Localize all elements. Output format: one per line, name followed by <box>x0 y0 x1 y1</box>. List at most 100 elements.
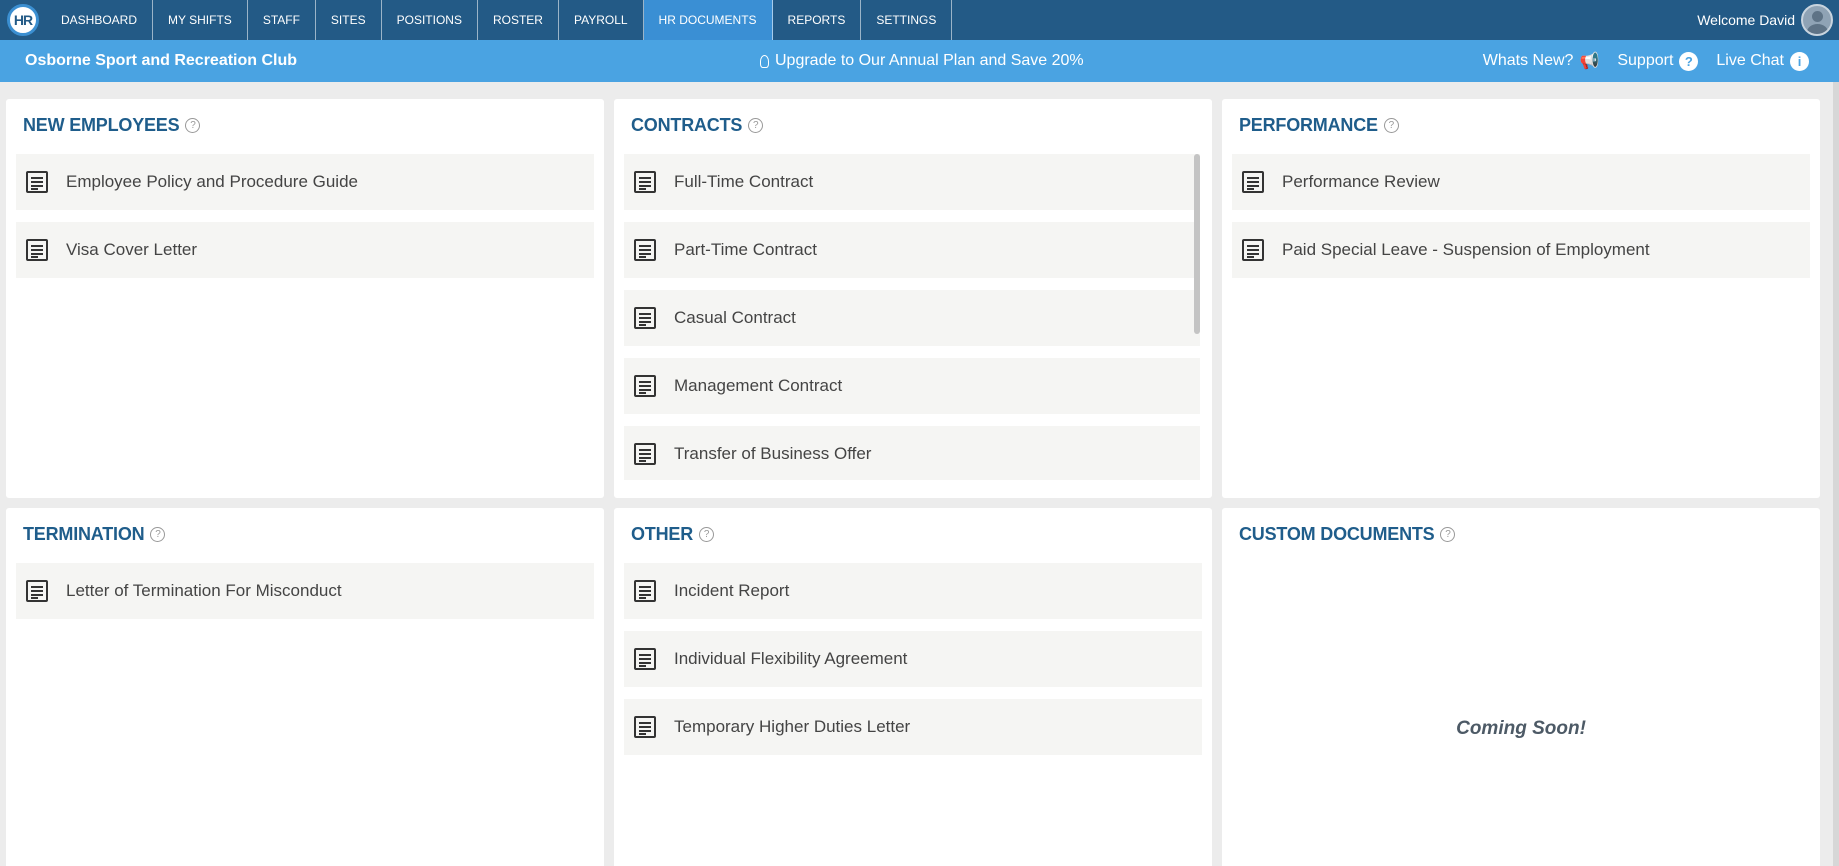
contracts-scrollbar[interactable] <box>1194 154 1200 334</box>
document-icon <box>634 171 656 193</box>
document-item[interactable]: Performance Review <box>1232 154 1810 210</box>
document-icon <box>634 239 656 261</box>
document-icon <box>1242 171 1264 193</box>
promo-text: Upgrade to Our Annual Plan and Save 20% <box>775 52 1084 69</box>
nav-tab-my-shifts[interactable]: MY SHIFTS <box>153 0 248 40</box>
other-card: OTHER ? Incident Report Individual Flexib… <box>614 508 1212 866</box>
help-icon[interactable]: ? <box>699 527 715 542</box>
termination-card: TERMINATION ? Letter of Termination For … <box>6 508 604 866</box>
document-icon <box>1242 239 1264 261</box>
megaphone-icon: 📢 <box>1579 53 1600 70</box>
top-navigation: HR DASHBOARD MY SHIFTS STAFF SITES POSITIONS… <box>0 0 1839 40</box>
upgrade-promo-link[interactable]: Upgrade to Our Annual Plan and Save 20% <box>760 52 1084 70</box>
section-title: CONTRACTS <box>631 115 743 135</box>
contracts-title: CONTRACTS ? <box>631 115 764 136</box>
support-link[interactable]: Support ? <box>1617 51 1699 71</box>
document-item[interactable]: Paid Special Leave - Suspension of Emplo… <box>1232 222 1810 278</box>
live-chat-label: Live Chat <box>1716 52 1784 69</box>
document-icon <box>26 580 48 602</box>
whats-new-label: Whats New? <box>1482 52 1574 69</box>
document-label: Paid Special Leave - Suspension of Emplo… <box>1282 240 1650 259</box>
document-label: Incident Report <box>674 581 790 600</box>
sub-header: Osborne Sport and Recreation Club Upgrad… <box>0 40 1839 82</box>
document-label: Employee Policy and Procedure Guide <box>66 172 358 191</box>
document-item[interactable]: Part-Time Contract <box>624 222 1200 278</box>
document-list: Incident Report Individual Flexibility Ag… <box>624 563 1202 767</box>
new-employees-title: NEW EMPLOYEES ? <box>23 115 201 136</box>
document-item[interactable]: Casual Contract <box>624 290 1200 346</box>
section-title: TERMINATION <box>23 524 145 544</box>
nav-tab-payroll[interactable]: PAYROLL <box>559 0 644 40</box>
nav-tabs: DASHBOARD MY SHIFTS STAFF SITES POSITIONS ROS… <box>46 0 953 40</box>
support-label: Support <box>1617 52 1674 69</box>
document-icon <box>634 648 656 670</box>
document-icon <box>26 239 48 261</box>
nav-tab-roster[interactable]: ROSTER <box>478 0 559 40</box>
nav-tab-dashboard[interactable]: DASHBOARD <box>46 0 154 40</box>
section-title: PERFORMANCE <box>1239 115 1378 135</box>
document-item[interactable]: Management Contract <box>624 358 1200 414</box>
nav-tab-positions[interactable]: POSITIONS <box>382 0 478 40</box>
avatar[interactable] <box>1801 4 1833 36</box>
help-icon[interactable]: ? <box>185 118 201 133</box>
organization-name: Osborne Sport and Recreation Club <box>25 52 298 69</box>
document-label: Temporary Higher Duties Letter <box>674 717 911 736</box>
document-label: Performance Review <box>1282 172 1440 191</box>
user-menu[interactable]: Welcome David <box>1697 0 1839 40</box>
help-icon[interactable]: ? <box>1383 118 1399 133</box>
help-icon[interactable]: ? <box>748 118 764 133</box>
help-icon[interactable]: ? <box>150 527 166 542</box>
document-item[interactable]: Letter of Termination For Misconduct <box>16 563 594 619</box>
welcome-text: Welcome David <box>1697 12 1795 28</box>
section-title: CUSTOM DOCUMENTS <box>1239 524 1435 544</box>
document-item[interactable]: Temporary Higher Duties Letter <box>624 699 1202 755</box>
document-list: Performance Review Paid Special Leave - S… <box>1232 154 1810 290</box>
lightbulb-icon <box>760 54 769 68</box>
document-item[interactable]: Full-Time Contract <box>624 154 1200 210</box>
document-list: Letter of Termination For Misconduct <box>16 563 594 631</box>
custom-documents-card: CUSTOM DOCUMENTS ? Coming Soon! <box>1222 508 1820 866</box>
nav-tab-hr-documents[interactable]: HR DOCUMENTS <box>643 0 773 40</box>
document-icon <box>634 307 656 329</box>
document-item[interactable]: Individual Flexibility Agreement <box>624 631 1202 687</box>
scrollbar-thumb[interactable] <box>1194 154 1200 334</box>
nav-tab-reports[interactable]: REPORTS <box>773 0 862 40</box>
document-list: Employee Policy and Procedure Guide Visa … <box>16 154 594 290</box>
section-title: OTHER <box>631 524 694 544</box>
coming-soon-message: Coming Soon! <box>1456 718 1586 739</box>
whats-new-link[interactable]: Whats New? 📢 <box>1483 51 1600 71</box>
nav-tab-settings[interactable]: SETTINGS <box>861 0 953 40</box>
performance-title: PERFORMANCE ? <box>1239 115 1399 136</box>
live-chat-link[interactable]: Live Chat i <box>1716 51 1809 71</box>
new-employees-card: NEW EMPLOYEES ? Employee Policy and Proc… <box>6 99 604 498</box>
document-list: Full-Time Contract Part-Time Contract Casu… <box>624 154 1200 480</box>
info-icon: i <box>1790 51 1809 71</box>
question-icon: ? <box>1679 51 1699 71</box>
document-label: Management Contract <box>674 376 843 395</box>
document-item[interactable]: Employee Policy and Procedure Guide <box>16 154 594 210</box>
custom-documents-title: CUSTOM DOCUMENTS ? <box>1239 524 1456 545</box>
document-label: Letter of Termination For Misconduct <box>66 581 342 600</box>
document-icon <box>634 716 656 738</box>
nav-tab-sites[interactable]: SITES <box>316 0 382 40</box>
document-item[interactable]: Transfer of Business Offer <box>624 426 1200 480</box>
document-icon <box>634 443 656 465</box>
document-icon <box>634 375 656 397</box>
other-title: OTHER ? <box>631 524 715 545</box>
document-item[interactable]: Visa Cover Letter <box>16 222 594 278</box>
document-item[interactable]: Incident Report <box>624 563 1202 619</box>
nav-tab-staff[interactable]: STAFF <box>248 0 316 40</box>
document-label: Part-Time Contract <box>674 240 817 259</box>
termination-title: TERMINATION ? <box>23 524 166 545</box>
document-icon <box>26 171 48 193</box>
performance-card: PERFORMANCE ? Performance Review Paid Spe… <box>1222 99 1820 498</box>
document-label: Full-Time Contract <box>674 172 814 191</box>
document-label: Transfer of Business Offer <box>674 444 872 463</box>
document-label: Casual Contract <box>674 308 796 327</box>
document-label: Individual Flexibility Agreement <box>674 649 908 668</box>
app-logo[interactable]: HR <box>0 0 46 40</box>
section-title: NEW EMPLOYEES <box>23 115 180 135</box>
document-icon <box>634 580 656 602</box>
page-scrollbar[interactable] <box>1833 82 1839 866</box>
help-icon[interactable]: ? <box>1440 527 1456 542</box>
